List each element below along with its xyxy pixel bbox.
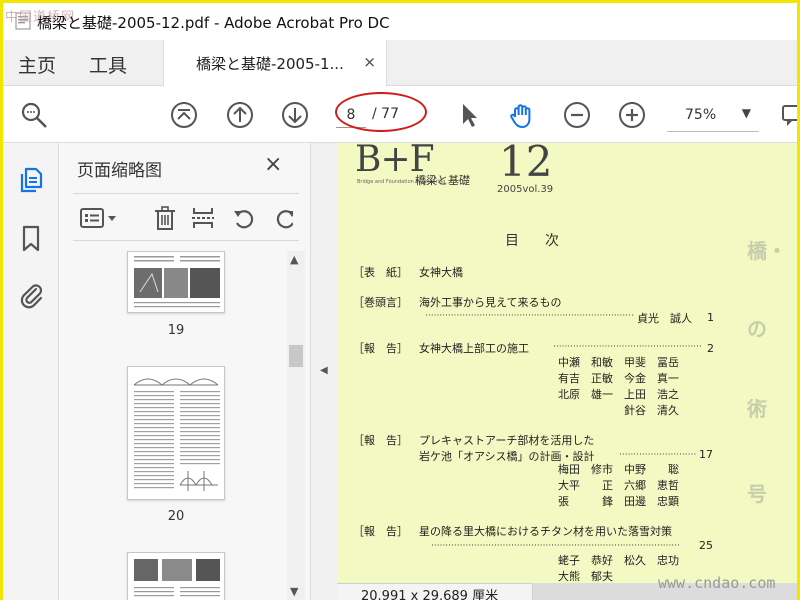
collapse-panel-icon[interactable]: ◀ [320, 365, 328, 376]
toc-leader: ··························· [619, 450, 697, 460]
bleed-through-text: の [747, 317, 767, 341]
panel-title: 页面缩略图 [77, 161, 162, 181]
thumbnail-options-menu[interactable] [79, 205, 119, 231]
toc-category: ［表 紙］ [353, 266, 408, 279]
toc-title: 海外工事から見えて来るもの [419, 296, 562, 309]
watermark-bottom-right: www.cndao.com [658, 574, 776, 592]
panel-close-button[interactable]: × [264, 152, 282, 177]
title-bar: 中国道桥网 橋梁と基礎-2005-12.pdf - Adobe Acrobat … [3, 3, 797, 40]
page-thumbnails-icon[interactable] [16, 165, 46, 195]
toc-page-number: 17 [699, 448, 713, 461]
delete-icon[interactable] [152, 205, 178, 231]
toc-leader: ········································… [553, 342, 702, 352]
table-of-contents: ［表 紙］ 女神大橋 ［巻頭言］ 海外工事から見えて来るもの ·········… [337, 143, 797, 583]
page-dimensions-bar: 20.991 x 29.689 厘米 [337, 583, 533, 600]
next-page-icon[interactable] [280, 100, 310, 130]
thumbnail-label-20: 20 [167, 509, 185, 524]
bookmark-icon[interactable] [16, 223, 46, 253]
rotate-clockwise-icon[interactable] [273, 205, 293, 231]
panel-splitter[interactable]: ◀ [311, 143, 337, 600]
thumbnail-scrollbar[interactable]: ▲ ▼ [287, 251, 305, 600]
tab-row: 主页 工具 橋梁と基礎-2005-1... × [3, 40, 797, 86]
toc-category: ［報 告］ [353, 525, 408, 538]
scroll-up-icon[interactable]: ▲ [290, 253, 298, 266]
tab-document[interactable]: 橋梁と基礎-2005-1... × [163, 40, 387, 86]
panel-toolbar [73, 193, 299, 241]
scroll-down-icon[interactable]: ▼ [290, 585, 298, 598]
page-dimensions: 20.991 x 29.689 厘米 [361, 589, 499, 600]
tab-tools[interactable]: 工具 [89, 51, 127, 78]
first-page-icon[interactable] [169, 100, 199, 130]
window-title: 橋梁と基礎-2005-12.pdf - Adobe Acrobat Pro DC [37, 14, 390, 32]
thumbnails-panel: 页面缩略图 × 19 20 ▲ ▼ [59, 143, 311, 600]
toc-authors: 梅田 修市 中野 聡 大平 正 六郷 恵哲 張 鋒 田邊 忠顕 [558, 463, 679, 508]
left-navigation-rail [3, 143, 59, 600]
toc-author: 貞光 誠人 [637, 312, 692, 325]
toc-page-number: 1 [707, 311, 714, 324]
document-view[interactable]: B+F Bridge and Foundation Engineering 橋梁… [337, 143, 797, 600]
toc-title: 女神大橋上部工の施工 [419, 342, 529, 355]
tab-close-button[interactable]: × [363, 53, 376, 71]
pdf-page: B+F Bridge and Foundation Engineering 橋梁… [337, 143, 797, 583]
thumbnail-label-19: 19 [167, 323, 185, 338]
thumbnail-list: 19 20 [59, 251, 287, 600]
toc-category: ［巻頭言］ [353, 296, 408, 309]
zoom-select[interactable]: 75% ▼ [667, 100, 759, 132]
bleed-through-text: 号 [747, 482, 767, 506]
toc-leader: ········································… [425, 311, 634, 321]
toc-authors: 中瀬 和敏 甲斐 冨岳 有吉 正敏 今金 真一 北原 雄一 上田 浩之 針谷 清… [558, 356, 679, 417]
chevron-down-icon: ▼ [741, 106, 751, 120]
hand-tool-icon[interactable] [507, 100, 537, 130]
zoom-value: 75% [685, 107, 717, 123]
page-thumbnail-20[interactable] [127, 366, 225, 500]
toc-leader: ········································… [431, 541, 680, 551]
zoom-out-icon[interactable] [562, 100, 592, 130]
tab-home[interactable]: 主页 [18, 51, 56, 78]
toc-title: プレキャストアーチ部材を活用した [419, 434, 595, 447]
zoom-in-icon[interactable] [617, 100, 647, 130]
bleed-through-text: 術 [747, 397, 767, 421]
previous-page-icon[interactable] [225, 100, 255, 130]
comment-icon[interactable] [779, 100, 797, 130]
insert-page-icon[interactable] [190, 205, 216, 231]
page-thumbnail-21[interactable] [127, 552, 225, 600]
tab-document-label: 橋梁と基礎-2005-1... [196, 55, 344, 73]
select-cursor-icon[interactable] [454, 100, 484, 130]
rotate-counterclockwise-icon[interactable] [231, 205, 257, 231]
search-icon[interactable] [19, 100, 49, 130]
annotation-ellipse [335, 92, 427, 132]
toc-category: ［報 告］ [353, 342, 408, 355]
toc-title: 女神大橋 [419, 266, 463, 279]
toc-page-number: 25 [699, 539, 713, 552]
bleed-through-text: 橋・ [747, 239, 787, 263]
toc-category: ［報 告］ [353, 434, 408, 447]
toc-page-number: 2 [707, 342, 714, 355]
attachment-icon[interactable] [16, 279, 46, 309]
page-thumbnail-19[interactable] [127, 251, 225, 313]
scroll-thumb[interactable] [289, 345, 303, 367]
toc-title: 星の降る里大橋におけるチタン材を用いた落雪対策 [419, 525, 672, 538]
